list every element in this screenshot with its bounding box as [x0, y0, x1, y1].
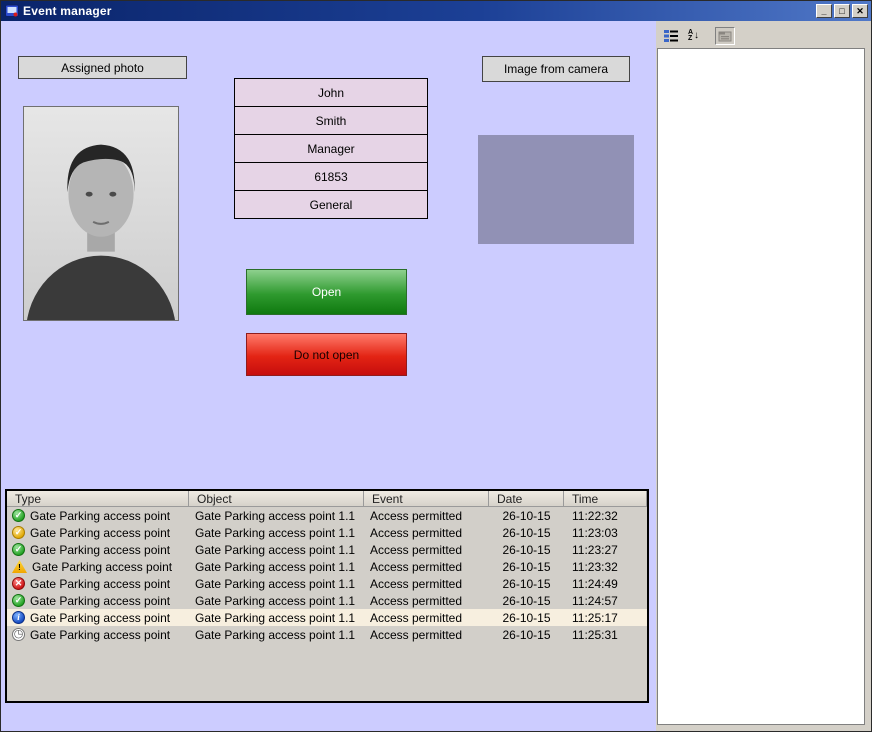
- event-date: 26-10-15: [489, 509, 564, 523]
- minimize-button[interactable]: _: [816, 4, 832, 18]
- table-row[interactable]: ✓ Gate Parking access point Gate Parking…: [7, 541, 647, 558]
- categorized-icon[interactable]: [661, 27, 681, 45]
- event-type-icon: ✓: [12, 594, 25, 607]
- event-time: 11:24:57: [564, 594, 647, 608]
- event-type: Gate Parking access point: [30, 628, 170, 642]
- event-type: Gate Parking access point: [30, 577, 170, 591]
- column-header-object[interactable]: Object: [189, 491, 364, 507]
- event-manager-window: Event manager _ □ ✕ Assigned photo: [0, 0, 872, 732]
- event-type: Gate Parking access point: [30, 509, 170, 523]
- event-type: Gate Parking access point: [30, 611, 170, 625]
- event-object: Gate Parking access point 1.1: [189, 611, 364, 625]
- table-row[interactable]: ✓ Gate Parking access point Gate Parking…: [7, 524, 647, 541]
- event-type: Gate Parking access point: [30, 526, 170, 540]
- event-name: Access permitted: [364, 594, 489, 608]
- column-header-time[interactable]: Time: [564, 491, 647, 507]
- event-time: 11:25:17: [564, 611, 647, 625]
- window-controls: _ □ ✕: [816, 4, 868, 18]
- event-type-icon: ◷: [12, 628, 25, 641]
- event-type: Gate Parking access point: [30, 543, 170, 557]
- event-object: Gate Parking access point 1.1: [189, 543, 364, 557]
- table-row[interactable]: ◷ Gate Parking access point Gate Parking…: [7, 626, 647, 643]
- main-area: Assigned photo: [1, 21, 656, 732]
- event-table-body: ✓ Gate Parking access point Gate Parking…: [7, 507, 647, 643]
- side-content: [657, 48, 866, 725]
- property-pages-icon[interactable]: [715, 27, 735, 45]
- maximize-button[interactable]: □: [834, 4, 850, 18]
- event-date: 26-10-15: [489, 526, 564, 540]
- event-name: Access permitted: [364, 577, 489, 591]
- event-type-icon: i: [12, 611, 25, 624]
- event-type-icon: ✕: [12, 577, 25, 590]
- camera-image: [478, 135, 634, 244]
- table-row[interactable]: ✕ Gate Parking access point Gate Parking…: [7, 575, 647, 592]
- assigned-photo: [23, 106, 179, 321]
- app-icon: [5, 4, 19, 18]
- do-not-open-button[interactable]: Do not open: [246, 333, 407, 376]
- event-name: Access permitted: [364, 611, 489, 625]
- event-name: Access permitted: [364, 560, 489, 574]
- table-row[interactable]: ! Gate Parking access point Gate Parking…: [7, 558, 647, 575]
- event-time: 11:23:32: [564, 560, 647, 574]
- event-time: 11:23:03: [564, 526, 647, 540]
- event-object: Gate Parking access point 1.1: [189, 594, 364, 608]
- event-type: Gate Parking access point: [30, 594, 170, 608]
- event-name: Access permitted: [364, 526, 489, 540]
- event-time: 11:22:32: [564, 509, 647, 523]
- person-fields: John Smith Manager 61853 General: [234, 78, 428, 219]
- event-object: Gate Parking access point 1.1: [189, 577, 364, 591]
- column-header-date[interactable]: Date: [489, 491, 564, 507]
- open-button[interactable]: Open: [246, 269, 407, 315]
- side-panel: AZ ↓: [656, 21, 872, 732]
- event-time: 11:24:49: [564, 577, 647, 591]
- person-field-department: General: [234, 190, 428, 219]
- person-field-last-name: Smith: [234, 106, 428, 135]
- event-object: Gate Parking access point 1.1: [189, 526, 364, 540]
- side-toolbar: AZ ↓: [656, 21, 872, 47]
- event-date: 26-10-15: [489, 543, 564, 557]
- person-field-first-name: John: [234, 78, 428, 107]
- assigned-photo-label: Assigned photo: [18, 56, 187, 79]
- event-name: Access permitted: [364, 509, 489, 523]
- person-field-id-number: 61853: [234, 162, 428, 191]
- event-date: 26-10-15: [489, 560, 564, 574]
- event-object: Gate Parking access point 1.1: [189, 560, 364, 574]
- event-date: 26-10-15: [489, 577, 564, 591]
- event-object: Gate Parking access point 1.1: [189, 509, 364, 523]
- event-date: 26-10-15: [489, 594, 564, 608]
- image-from-camera-label: Image from camera: [482, 56, 630, 82]
- close-button[interactable]: ✕: [852, 4, 868, 18]
- sort-az-icon[interactable]: AZ ↓: [684, 27, 704, 45]
- person-field-position: Manager: [234, 134, 428, 163]
- table-row[interactable]: i Gate Parking access point Gate Parking…: [7, 609, 647, 626]
- event-name: Access permitted: [364, 628, 489, 642]
- event-object: Gate Parking access point 1.1: [189, 628, 364, 642]
- event-type-icon: !: [12, 560, 27, 573]
- event-type-icon: ✓: [12, 526, 25, 539]
- event-type-icon: ✓: [12, 543, 25, 556]
- event-time: 11:23:27: [564, 543, 647, 557]
- column-header-event[interactable]: Event: [364, 491, 489, 507]
- event-table-header: Type Object Event Date Time: [7, 491, 647, 507]
- event-date: 26-10-15: [489, 611, 564, 625]
- event-table: Type Object Event Date Time ✓ Gate Parki…: [5, 489, 649, 703]
- event-time: 11:25:31: [564, 628, 647, 642]
- event-type: Gate Parking access point: [32, 560, 172, 574]
- event-type-icon: ✓: [12, 509, 25, 522]
- table-row[interactable]: ✓ Gate Parking access point Gate Parking…: [7, 507, 647, 524]
- event-date: 26-10-15: [489, 628, 564, 642]
- window-title: Event manager: [23, 4, 816, 18]
- event-name: Access permitted: [364, 543, 489, 557]
- titlebar: Event manager _ □ ✕: [1, 1, 871, 21]
- table-row[interactable]: ✓ Gate Parking access point Gate Parking…: [7, 592, 647, 609]
- column-header-type[interactable]: Type: [7, 491, 189, 507]
